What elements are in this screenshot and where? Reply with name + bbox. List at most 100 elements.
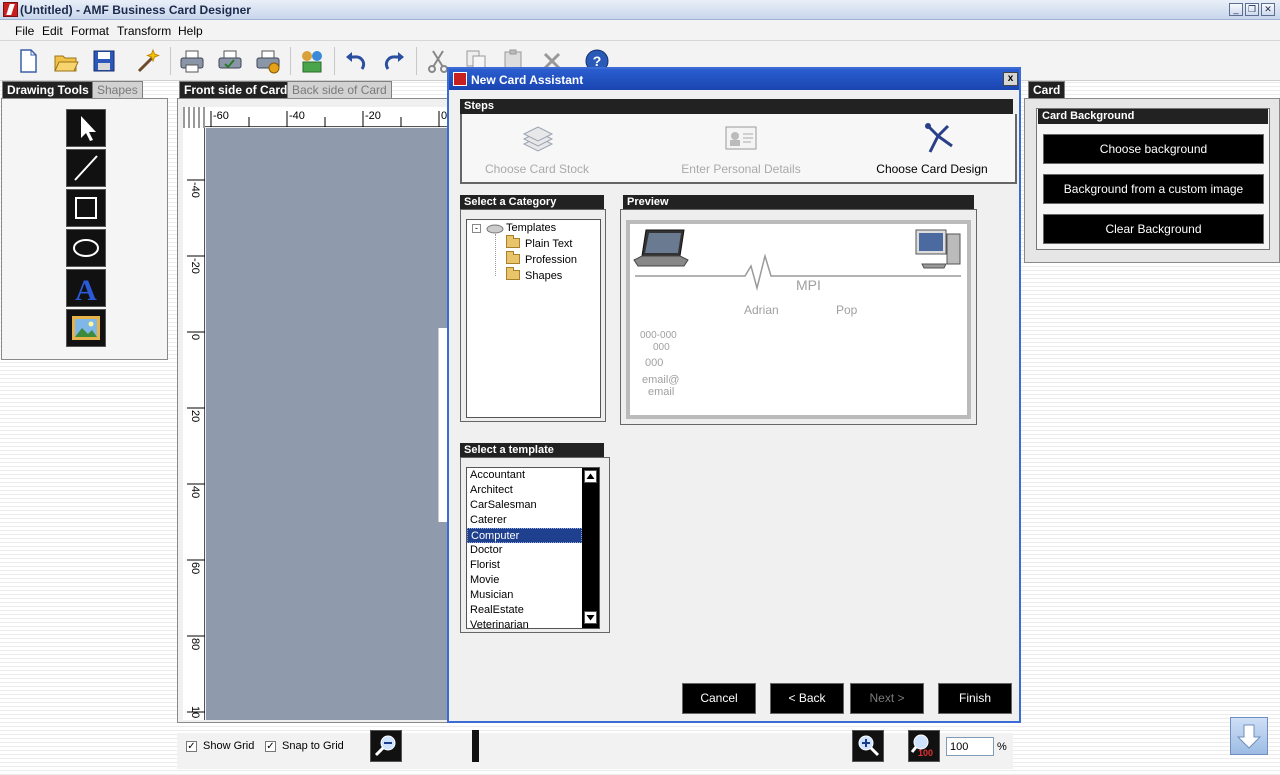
card-stock-icon bbox=[522, 126, 554, 152]
ruler-label: 80 bbox=[189, 638, 201, 651]
tree-node-profession[interactable]: Profession bbox=[506, 251, 577, 266]
list-item[interactable]: Veterinarian bbox=[467, 618, 582, 628]
preview-company: MPI bbox=[796, 277, 821, 293]
text-tool-icon[interactable]: A bbox=[66, 269, 106, 307]
finish-button[interactable]: Finish bbox=[938, 683, 1012, 714]
scroll-up-icon[interactable] bbox=[584, 470, 597, 483]
snap-to-grid-checkbox[interactable]: ✓ bbox=[265, 741, 276, 752]
preview-phone-1: 000-000 bbox=[640, 330, 677, 341]
list-item[interactable]: Musician bbox=[467, 588, 582, 603]
ruler-label: -20 bbox=[365, 110, 381, 122]
menu-edit[interactable]: Edit bbox=[42, 24, 63, 38]
menu-transform[interactable]: Transform bbox=[117, 24, 171, 38]
design-canvas[interactable] bbox=[206, 128, 448, 720]
close-window-button[interactable]: ✕ bbox=[1261, 3, 1275, 16]
folder-icon bbox=[506, 267, 520, 280]
ruler-label: -20 bbox=[189, 258, 201, 274]
ruler-label: 0 bbox=[189, 334, 201, 341]
list-item[interactable]: Architect bbox=[467, 483, 582, 498]
rectangle-tool-icon[interactable] bbox=[66, 189, 106, 227]
tab-front-side[interactable]: Front side of Card bbox=[179, 81, 293, 98]
print-icon[interactable] bbox=[178, 47, 206, 75]
show-grid-checkbox[interactable]: ✓ bbox=[186, 741, 197, 752]
list-item-selected[interactable]: Computer bbox=[467, 528, 582, 543]
zoom-slider-thumb[interactable] bbox=[472, 730, 479, 762]
step-choose-card-stock: Choose Card Stock bbox=[484, 162, 590, 176]
ruler-label: 20 bbox=[189, 410, 201, 423]
show-grid-label: Show Grid bbox=[203, 740, 255, 752]
list-item[interactable]: Florist bbox=[467, 558, 582, 573]
back-button[interactable]: < Back bbox=[770, 683, 844, 714]
new-file-icon[interactable] bbox=[14, 47, 42, 75]
ruler-corner bbox=[183, 107, 205, 128]
next-button[interactable]: Next > bbox=[850, 683, 924, 714]
tree-node-shapes[interactable]: Shapes bbox=[506, 267, 562, 282]
card-background-group: Card Background Choose background Backgr… bbox=[1036, 108, 1270, 250]
list-item[interactable]: Doctor bbox=[467, 543, 582, 558]
step-enter-personal-details: Enter Personal Details bbox=[681, 162, 801, 176]
open-folder-icon[interactable] bbox=[52, 47, 80, 75]
category-tree: - Templates Plain Text Profession Shapes bbox=[466, 219, 601, 418]
ruler-label: 40 bbox=[189, 486, 201, 499]
minimize-button[interactable]: _ bbox=[1229, 3, 1243, 16]
preview-email-2: email bbox=[648, 386, 675, 398]
list-item[interactable]: CarSalesman bbox=[467, 498, 582, 513]
tree-collapse-toggle[interactable]: - bbox=[472, 224, 481, 233]
tab-card[interactable]: Card bbox=[1028, 81, 1066, 98]
image-tool-icon[interactable] bbox=[66, 309, 106, 347]
window-title: (Untitled) - AMF Business Card Designer bbox=[20, 3, 251, 17]
templates-drive-icon bbox=[486, 224, 504, 234]
preview-first-name: Adrian bbox=[744, 303, 779, 317]
vertical-ruler: -40 -20 0 20 40 60 80 10 bbox=[183, 128, 205, 720]
scroll-down-icon[interactable] bbox=[584, 611, 597, 624]
title-bar: (Untitled) - AMF Business Card Designer … bbox=[0, 0, 1280, 20]
zoom-out-icon[interactable] bbox=[370, 730, 402, 762]
list-item[interactable]: Accountant bbox=[467, 468, 582, 483]
magic-wand-icon[interactable] bbox=[134, 47, 162, 75]
card-preview: MPI Adrian Pop 000-000 000 000 email@ em… bbox=[626, 220, 971, 419]
preview-box: MPI Adrian Pop 000-000 000 000 email@ em… bbox=[620, 209, 977, 425]
tab-back-side[interactable]: Back side of Card bbox=[287, 81, 392, 98]
menu-bar: File Edit Format Transform Help bbox=[0, 20, 1280, 41]
ruler-label: -40 bbox=[289, 110, 305, 122]
card-wizard-icon[interactable] bbox=[298, 47, 326, 75]
zoom-100-label: 100 bbox=[918, 748, 934, 758]
drawing-tools-panel: A bbox=[1, 98, 168, 360]
dialog-close-button[interactable]: x bbox=[1003, 72, 1018, 86]
tab-shapes[interactable]: Shapes bbox=[92, 81, 143, 98]
line-tool-icon[interactable] bbox=[66, 149, 106, 187]
redo-icon[interactable] bbox=[380, 47, 408, 75]
list-item[interactable]: RealEstate bbox=[467, 603, 582, 618]
print-preview-icon[interactable] bbox=[216, 47, 244, 75]
list-item[interactable]: Movie bbox=[467, 573, 582, 588]
zoom-input[interactable] bbox=[946, 737, 994, 756]
zoom-in-icon[interactable] bbox=[852, 730, 884, 762]
tree-node-plain-text[interactable]: Plain Text bbox=[506, 235, 573, 250]
cancel-button[interactable]: Cancel bbox=[682, 683, 756, 714]
ellipse-tool-icon[interactable] bbox=[66, 229, 106, 267]
select-tool-icon[interactable] bbox=[66, 109, 106, 147]
save-icon[interactable] bbox=[90, 47, 118, 75]
tab-drawing-tools[interactable]: Drawing Tools bbox=[2, 81, 94, 98]
menu-format[interactable]: Format bbox=[71, 24, 109, 38]
template-scrollbar[interactable] bbox=[582, 468, 599, 628]
template-title: Select a template bbox=[460, 443, 604, 458]
background-custom-image-button[interactable]: Background from a custom image bbox=[1043, 174, 1264, 204]
download-arrow-icon[interactable] bbox=[1230, 717, 1268, 755]
category-title: Select a Category bbox=[460, 195, 604, 210]
clear-background-button[interactable]: Clear Background bbox=[1043, 214, 1264, 244]
preview-title: Preview bbox=[623, 195, 974, 210]
menu-file[interactable]: File bbox=[15, 24, 34, 38]
list-item[interactable]: Caterer bbox=[467, 513, 582, 528]
ruler-label: 60 bbox=[189, 562, 201, 575]
menu-help[interactable]: Help bbox=[178, 24, 203, 38]
choose-background-button[interactable]: Choose background bbox=[1043, 134, 1264, 164]
print-setup-icon[interactable] bbox=[254, 47, 282, 75]
template-list[interactable]: Accountant Architect CarSalesman Caterer… bbox=[466, 467, 600, 629]
undo-icon[interactable] bbox=[342, 47, 370, 75]
personal-details-icon bbox=[725, 126, 757, 150]
folder-icon bbox=[506, 235, 520, 248]
restore-button[interactable]: ❐ bbox=[1245, 3, 1259, 16]
zoom-100-icon[interactable]: 100 bbox=[908, 730, 940, 762]
tree-node-templates[interactable]: Templates bbox=[506, 222, 556, 234]
